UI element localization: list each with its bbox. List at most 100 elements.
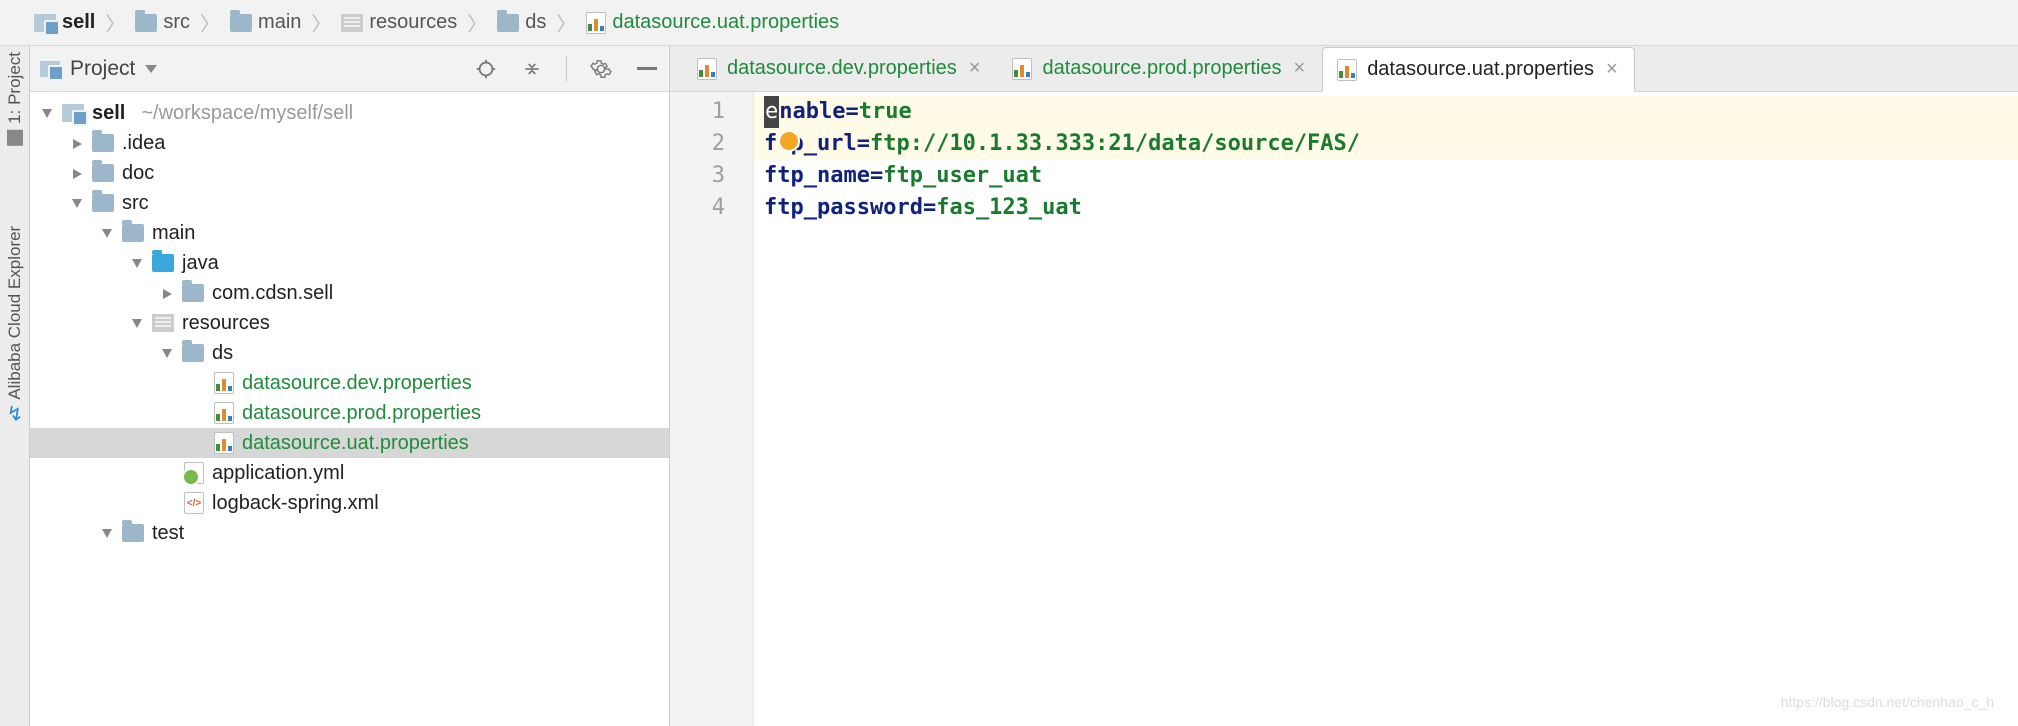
- properties-file-icon: [214, 372, 234, 394]
- tree-node-resources[interactable]: resources: [30, 308, 669, 338]
- tree-label: doc: [122, 162, 154, 185]
- properties-file-icon: [697, 58, 717, 80]
- tree-node-test[interactable]: test: [30, 518, 669, 548]
- source-folder-icon: [152, 254, 174, 272]
- close-tab-button[interactable]: ×: [1292, 57, 1308, 80]
- properties-file-icon: [1337, 59, 1357, 81]
- folder-icon: [122, 524, 144, 542]
- crumb-label: sell: [62, 11, 95, 34]
- expand-toggle-icon[interactable]: [42, 109, 52, 118]
- project-view-selector[interactable]: Project: [40, 57, 464, 81]
- tree-node-root[interactable]: sell ~/workspace/myself/sell: [30, 98, 669, 128]
- project-pane-header: Project: [30, 46, 669, 92]
- expand-toggle-icon[interactable]: [102, 529, 112, 538]
- settings-button[interactable]: [589, 57, 613, 81]
- tool-tab-label: Alibaba Cloud Explorer: [5, 226, 25, 400]
- tree-node-prod-props[interactable]: datasource.prod.properties: [30, 398, 669, 428]
- tree-label: logback-spring.xml: [212, 492, 379, 515]
- resources-icon: [152, 314, 174, 332]
- breadcrumb-sep: 〉: [103, 8, 127, 37]
- tree-node-main[interactable]: main: [30, 218, 669, 248]
- project-tree[interactable]: sell ~/workspace/myself/sell .idea doc s…: [30, 92, 669, 726]
- package-icon: [182, 284, 204, 302]
- tree-label: datasource.uat.properties: [242, 432, 469, 455]
- crumb-label: datasource.uat.properties: [612, 11, 839, 34]
- crumb-label: src: [163, 11, 190, 34]
- watermark-text: https://blog.csdn.net/chenhao_c_h: [1781, 686, 1994, 718]
- crumb-main[interactable]: main: [226, 11, 305, 34]
- crumb-resources[interactable]: resources: [337, 11, 461, 34]
- hide-button[interactable]: [635, 57, 659, 81]
- expand-toggle-icon[interactable]: [72, 199, 82, 208]
- folder-icon: [182, 344, 204, 362]
- editor-tab-prod[interactable]: datasource.prod.properties ×: [997, 46, 1322, 91]
- tree-node-dev-props[interactable]: datasource.dev.properties: [30, 368, 669, 398]
- code-line[interactable]: ftp_name=ftp_user_uat: [754, 160, 2018, 192]
- properties-file-icon: [214, 402, 234, 424]
- tree-node-logback[interactable]: logback-spring.xml: [30, 488, 669, 518]
- expand-toggle-icon[interactable]: [73, 169, 82, 179]
- editor-tab-dev[interactable]: datasource.dev.properties ×: [682, 46, 997, 91]
- folder-icon: [230, 14, 252, 32]
- tree-node-java[interactable]: java: [30, 248, 669, 278]
- expand-toggle-icon[interactable]: [73, 139, 82, 149]
- tree-node-uat-props[interactable]: datasource.uat.properties: [30, 428, 669, 458]
- prop-value: ftp://10.1.33.333:21/data/source/FAS/: [870, 128, 1360, 160]
- code-editor[interactable]: 1 2 3 4 enable=true ftp_url=ftp://10.1.3…: [670, 92, 2018, 726]
- tree-node-idea[interactable]: .idea: [30, 128, 669, 158]
- breadcrumb-sep: 〉: [309, 8, 333, 37]
- editor-area: datasource.dev.properties × datasource.p…: [670, 46, 2018, 726]
- chevron-down-icon: [145, 65, 157, 73]
- tab-label: datasource.prod.properties: [1042, 57, 1281, 80]
- project-icon: [34, 14, 56, 32]
- tool-tab-alibaba[interactable]: ↯ Alibaba Cloud Explorer: [3, 226, 27, 423]
- locate-button[interactable]: [474, 57, 498, 81]
- editor-tab-uat[interactable]: datasource.uat.properties ×: [1322, 47, 1635, 92]
- tool-window-strip-left: 1: Project ↯ Alibaba Cloud Explorer: [0, 46, 30, 726]
- code-line[interactable]: ftp_password=fas_123_uat: [754, 192, 2018, 224]
- expand-toggle-icon[interactable]: [163, 289, 172, 299]
- tool-tab-project[interactable]: 1: Project: [5, 52, 25, 146]
- folder-icon: [497, 14, 519, 32]
- folder-icon: [135, 14, 157, 32]
- toolbar-separator: [566, 56, 567, 82]
- folder-icon: [92, 194, 114, 212]
- xml-file-icon: [184, 492, 204, 514]
- collapse-all-button[interactable]: [520, 57, 544, 81]
- yaml-file-icon: [184, 462, 204, 484]
- crumb-label: main: [258, 11, 301, 34]
- expand-toggle-icon[interactable]: [102, 229, 112, 238]
- close-tab-button[interactable]: ×: [1604, 58, 1620, 81]
- tree-node-doc[interactable]: doc: [30, 158, 669, 188]
- project-pane-title: Project: [70, 57, 135, 81]
- prop-value: ftp_user_uat: [883, 160, 1042, 192]
- tree-label: main: [152, 222, 195, 245]
- crumb-src[interactable]: src: [131, 11, 194, 34]
- expand-toggle-icon[interactable]: [162, 349, 172, 358]
- folder-icon: [92, 134, 114, 152]
- project-icon: [40, 61, 60, 77]
- prop-value: true: [859, 96, 912, 128]
- line-number: 4: [670, 192, 725, 224]
- crumb-label: resources: [369, 11, 457, 34]
- crumb-sell[interactable]: sell: [30, 11, 99, 34]
- project-tool-window: Project sell ~/workspace/myself/sell: [30, 46, 670, 726]
- tree-node-appyml[interactable]: application.yml: [30, 458, 669, 488]
- tree-label: datasource.prod.properties: [242, 402, 481, 425]
- code-line[interactable]: ftp_url=ftp://10.1.33.333:21/data/source…: [754, 128, 2018, 160]
- close-tab-button[interactable]: ×: [967, 57, 983, 80]
- intention-bulb-icon[interactable]: [780, 132, 798, 150]
- expand-toggle-icon[interactable]: [132, 259, 142, 268]
- tree-node-package[interactable]: com.cdsn.sell: [30, 278, 669, 308]
- crumb-file[interactable]: datasource.uat.properties: [582, 11, 843, 34]
- expand-toggle-icon[interactable]: [132, 319, 142, 328]
- code-line[interactable]: enable=true: [754, 96, 2018, 128]
- tree-label: resources: [182, 312, 270, 335]
- crumb-ds[interactable]: ds: [493, 11, 550, 34]
- prop-key: nable: [779, 96, 845, 128]
- code-content[interactable]: enable=true ftp_url=ftp://10.1.33.333:21…: [754, 92, 2018, 726]
- prop-key: ftp_url: [764, 128, 857, 160]
- prop-key: ftp_name: [764, 160, 870, 192]
- tree-node-ds[interactable]: ds: [30, 338, 669, 368]
- tree-node-src[interactable]: src: [30, 188, 669, 218]
